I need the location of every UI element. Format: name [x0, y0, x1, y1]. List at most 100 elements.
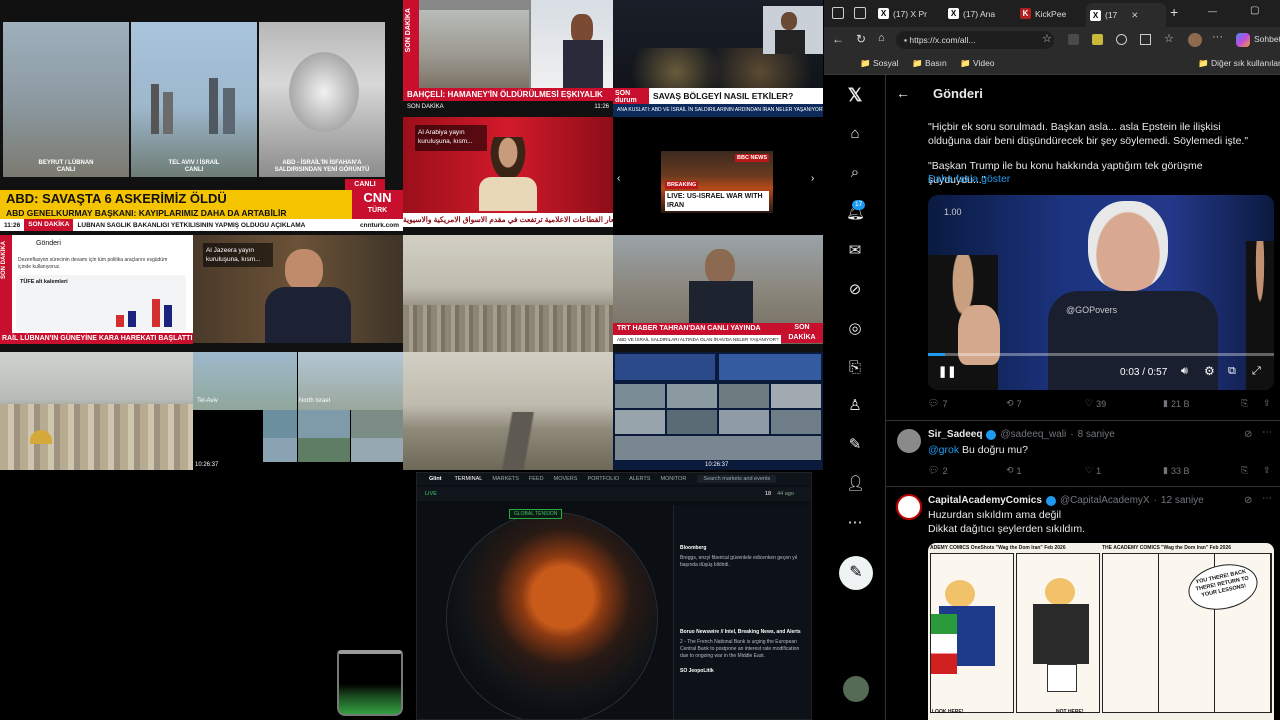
home-icon[interactable]: ⌂	[878, 32, 885, 44]
communities-icon[interactable]: ♙	[846, 397, 864, 415]
avatar[interactable]	[897, 429, 921, 453]
glint-nav-alerts[interactable]: ALERTS	[624, 476, 655, 482]
browser-tab-3[interactable]: K KickPee	[1016, 3, 1086, 24]
glint-search[interactable]: Search markets and events	[697, 475, 777, 483]
back-icon[interactable]: ←	[832, 32, 844, 46]
glint-logo[interactable]: Glint	[417, 476, 450, 482]
more-options-icon[interactable]: ⋯	[1262, 493, 1272, 504]
author-handle[interactable]: @CapitalAcademyX	[1060, 495, 1150, 506]
more-menu-icon[interactable]: ···	[1212, 31, 1223, 43]
minimize-icon[interactable]: —	[1208, 6, 1217, 16]
like-count[interactable]: ♡ 1	[1085, 465, 1101, 476]
messages-icon[interactable]: ✉	[846, 242, 864, 260]
settings-icon[interactable]: ⚙	[1204, 364, 1215, 378]
cnn-caption-1: BEYRUT / LÜBNAN CANLI	[38, 160, 94, 173]
post-button[interactable]: ✎	[839, 556, 873, 590]
repost-count[interactable]: ⟲ 1	[1006, 465, 1022, 476]
pip-icon[interactable]: ⧉	[1228, 365, 1236, 378]
x-icon: X	[1090, 9, 1101, 21]
workspaces-icon[interactable]	[832, 7, 844, 19]
reload-icon[interactable]: ↻	[856, 32, 866, 46]
new-tab-icon[interactable]: +	[1170, 4, 1178, 20]
home-icon[interactable]: ⌂	[846, 125, 864, 143]
glint-post-source-3[interactable]: SO JeopoLitik	[680, 668, 805, 675]
like-count[interactable]: ♡ 39	[1085, 398, 1106, 409]
grok-action-icon[interactable]: ⊘	[1244, 429, 1252, 440]
more-options-icon[interactable]: ⋯	[1262, 427, 1272, 438]
tab-actions-icon[interactable]	[854, 7, 866, 19]
reply-count[interactable]: 💬︎ 7	[928, 398, 947, 409]
video-progress-track[interactable]	[928, 353, 1274, 356]
extension-icon[interactable]	[1068, 34, 1079, 45]
bookmark-icon[interactable]: ⎘	[1241, 398, 1248, 409]
dot-separator: ·	[1070, 429, 1074, 440]
video-speed[interactable]: 1.00	[944, 207, 962, 217]
favorite-star-icon[interactable]: ☆	[1042, 32, 1052, 45]
grok-action-icon[interactable]: ⊘	[1244, 495, 1252, 506]
bookmark-icon[interactable]: ⎘	[1241, 465, 1248, 476]
browser-tab-2[interactable]: X (17) Ana	[944, 3, 1014, 24]
view-count-text: 33 B	[1170, 465, 1190, 476]
reply-count[interactable]: 💬︎ 2	[928, 465, 947, 476]
volume-icon[interactable]: 🔊︎	[1181, 365, 1188, 378]
pause-icon[interactable]: ❚❚	[938, 365, 956, 378]
avatar[interactable]	[896, 494, 922, 520]
close-tab-icon[interactable]: ✕	[1131, 10, 1138, 21]
avatar[interactable]	[1188, 33, 1202, 47]
post-time[interactable]: 12 saniye	[1161, 495, 1204, 506]
fullscreen-icon[interactable]: ⤢	[1252, 365, 1261, 378]
maximize-icon[interactable]: ▢	[1250, 5, 1259, 16]
share-icon[interactable]: ⇪	[1263, 398, 1271, 409]
grok-icon[interactable]: ⊘	[846, 281, 864, 299]
bookmark-sosyal[interactable]: 📁 Sosyal	[860, 58, 898, 69]
video-player[interactable]: 1.00 @GOPovers ❚❚ 0:03 / 0:57 🔊︎ ⚙ ⧉ ⤢	[928, 195, 1274, 390]
author-handle[interactable]: @sadeeq_wali	[1000, 429, 1066, 440]
glint-nav-monitor[interactable]: MONITOR	[655, 476, 691, 482]
glint-nav-feed[interactable]: FEED	[524, 476, 549, 482]
glint-nav-markets[interactable]: MARKETS	[487, 476, 524, 482]
address-bar[interactable]: ▪ https://x.com/all...	[896, 31, 1054, 49]
extension-icon[interactable]	[1116, 34, 1127, 45]
copilot-icon[interactable]	[1236, 33, 1250, 47]
account-avatar[interactable]	[843, 676, 869, 702]
view-count[interactable]: ▮ 33 B	[1163, 465, 1189, 476]
bookmark-video[interactable]: 📁 Video	[960, 58, 995, 69]
back-arrow-icon[interactable]: ←	[896, 85, 910, 101]
extension-icon[interactable]	[1092, 34, 1103, 45]
show-more-link[interactable]: Daha fazla göster	[928, 173, 1010, 185]
heart-icon: ♡	[1085, 398, 1094, 408]
split-view-icon[interactable]	[1140, 34, 1151, 45]
glint-nav-terminal[interactable]: TERMINAL	[450, 476, 488, 482]
glint-globe[interactable]	[447, 513, 657, 719]
bookmarks-icon[interactable]: ⎘	[846, 359, 864, 377]
prev-arrow-icon[interactable]: ‹	[617, 173, 620, 184]
other-bookmarks[interactable]: 📁 Diğer sık kullanılan	[1198, 58, 1280, 69]
glint-post-source-1[interactable]: Bloomberg	[680, 545, 805, 552]
verified-badge-icon	[1045, 495, 1056, 506]
glint-nav-movers[interactable]: MOVERS	[549, 476, 583, 482]
favorites-icon[interactable]: ☆	[1164, 32, 1174, 45]
reply-icon: 💬︎	[928, 465, 940, 475]
browser-tab-active[interactable]: X (17 ✕	[1086, 3, 1166, 27]
more-icon[interactable]: ⋯	[846, 514, 864, 532]
repost-count[interactable]: ⟲ 7	[1006, 398, 1022, 409]
post-time[interactable]: 8 saniye	[1078, 429, 1115, 440]
author-name[interactable]: Sir_Sadeeq	[928, 429, 982, 440]
premium-icon[interactable]: ✎	[846, 436, 864, 454]
share-icon[interactable]: ⇪	[1263, 465, 1271, 476]
comic-image[interactable]: ADEMY COMICS OneShots "Wag the Dom Iran"…	[928, 543, 1274, 720]
browser-tab-1[interactable]: X (17) X Pr	[874, 3, 944, 24]
next-arrow-icon[interactable]: ›	[811, 173, 814, 184]
reply-text: @grok Bu doğru mu?	[928, 443, 1028, 457]
glint-nav-portfolio[interactable]: PORTFOLIO	[582, 476, 624, 482]
profile-icon[interactable]: 👤︎	[846, 475, 865, 493]
x-logo-icon[interactable]: 𝕏	[846, 86, 864, 104]
author-name[interactable]: CapitalAcademyComics	[928, 495, 1042, 506]
search-icon[interactable]: ⌕	[846, 164, 864, 182]
mention-link[interactable]: @grok	[928, 444, 959, 456]
view-count[interactable]: ▮ 21 B	[1163, 398, 1189, 409]
copilot-label[interactable]: Sohbet	[1254, 34, 1280, 44]
lists-icon[interactable]: ◎	[846, 320, 864, 338]
glint-post-source-2[interactable]: Boruo Newswire // Intel, Breaking News, …	[680, 629, 805, 636]
bookmark-basin[interactable]: 📁 Basın	[912, 58, 947, 69]
